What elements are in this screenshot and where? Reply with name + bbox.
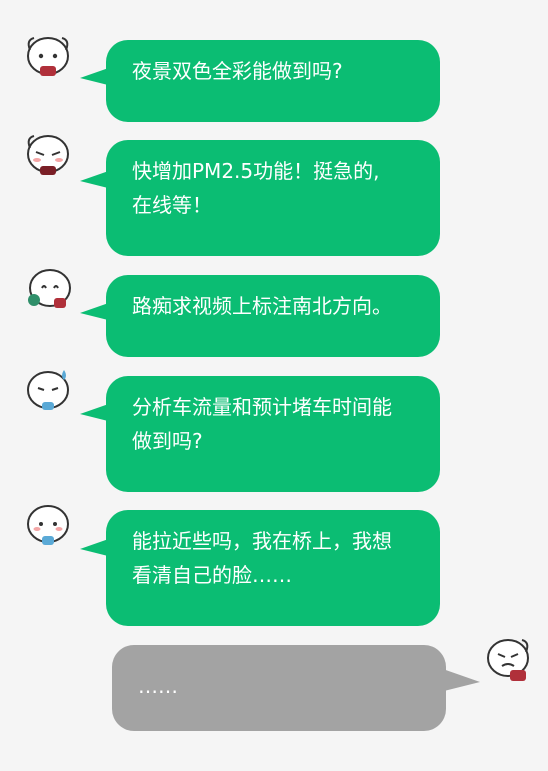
chat-screen: { "messages": [ {"side": "left", "lines"… — [0, 0, 548, 771]
message-bubble-1[interactable]: 夜景双色全彩能做到吗? — [106, 40, 440, 122]
avatar-3[interactable] — [20, 262, 76, 318]
message-text: …… — [138, 674, 178, 698]
message-text: 分析车流量和预计堵车时间能 — [132, 395, 392, 419]
message-text: 夜景双色全彩能做到吗? — [132, 59, 343, 83]
message-bubble-5[interactable]: 能拉近些吗，我在桥上，我想 看清自己的脸…… — [106, 510, 440, 626]
message-text: 看清自己的脸…… — [132, 563, 292, 587]
avatar-4[interactable] — [20, 362, 76, 418]
message-text: 能拉近些吗，我在桥上，我想 — [132, 529, 392, 553]
message-text: 路痴求视频上标注南北方向。 — [132, 294, 392, 318]
avatar-1[interactable] — [20, 30, 76, 86]
message-bubble-6[interactable]: …… — [112, 645, 446, 731]
cartoon-avatar-icon — [27, 135, 69, 175]
cartoon-avatar-icon — [27, 37, 69, 76]
message-text: 在线等！ — [132, 193, 212, 217]
message-text: 做到吗? — [132, 429, 203, 453]
bubble-tail — [440, 668, 480, 692]
message-bubble-3[interactable]: 路痴求视频上标注南北方向。 — [106, 275, 440, 357]
message-bubble-2[interactable]: 快增加PM2.5功能！挺急的, 在线等！ — [106, 140, 440, 256]
cartoon-avatar-icon — [27, 505, 69, 545]
message-bubble-4[interactable]: 分析车流量和预计堵车时间能 做到吗? — [106, 376, 440, 492]
avatar-self[interactable] — [480, 632, 536, 688]
message-text: 快增加PM2.5功能！挺急的, — [132, 159, 380, 183]
cartoon-avatar-icon — [27, 370, 69, 410]
avatar-2[interactable] — [20, 128, 76, 184]
cartoon-avatar-icon — [487, 639, 529, 681]
cartoon-avatar-icon — [28, 269, 71, 308]
avatar-5[interactable] — [20, 498, 76, 554]
